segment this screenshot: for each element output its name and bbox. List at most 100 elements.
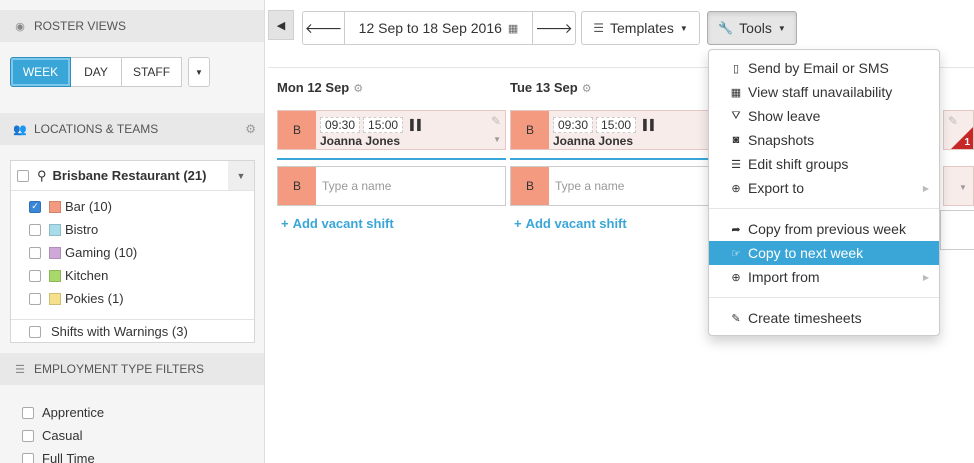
shift-end-time[interactable]: 15:00 [596, 117, 637, 133]
employment-type-checkbox[interactable] [22, 406, 34, 419]
shift-card-partial[interactable]: ▼ [943, 166, 974, 206]
location-checkbox[interactable] [17, 169, 29, 182]
locations-header: 👥 LOCATIONS & TEAMS ⚙ [0, 113, 264, 145]
name-input-partial[interactable] [940, 210, 974, 250]
team-badge: B [278, 167, 316, 205]
add-vacant-label: Add vacant shift [292, 216, 394, 231]
shift-start-time[interactable]: 09:30 [553, 117, 594, 133]
location-row: ⚲ Brisbane Restaurant (21) ▼ [11, 161, 254, 191]
menu-item-timesheets[interactable]: ✎ Create timesheets [709, 306, 939, 330]
sidebar: ◉ ROSTER VIEWS WEEK DAY STAFF ▼ 👥 LOCATI… [0, 0, 265, 463]
team-filter-item[interactable]: Pokies (1) [11, 287, 254, 310]
team-checkbox[interactable] [29, 246, 41, 259]
menu-item-export[interactable]: ⊕ Export to ▶ [709, 176, 939, 200]
team-label: Bistro [65, 222, 99, 237]
location-filter-box: ⚲ Brisbane Restaurant (21) ▼ ✓ Bar (10) Bi… [10, 160, 255, 343]
team-color-swatch [49, 223, 61, 236]
team-checkbox[interactable]: ✓ [29, 200, 41, 213]
shift-times: 09:30 15:00 ▌▌ [320, 117, 505, 133]
team-filter-item[interactable]: Gaming (10) [11, 241, 254, 264]
team-label: Pokies (1) [65, 291, 124, 306]
roster-views-header: ◉ ROSTER VIEWS [0, 10, 264, 42]
export-icon: ⊕ [731, 182, 741, 195]
tools-button[interactable]: 🔧 Tools ▼ [707, 11, 797, 45]
location-collapse-button[interactable]: ▼ [228, 161, 254, 190]
templates-button[interactable]: ☰ Templates ▼ [581, 11, 700, 45]
people-icon: 👥 [13, 123, 27, 136]
shift-card[interactable]: B 09:30 15:00 ▌▌ Joanna Jones ✎ ▼ [277, 110, 506, 150]
break-icon[interactable]: ▌▌ [410, 120, 424, 131]
location-name-text: Brisbane Restaurant [52, 168, 180, 183]
warnings-checkbox[interactable] [29, 325, 41, 338]
menu-item-import[interactable]: ⊕ Import from ▶ [709, 265, 939, 289]
staff-view-button[interactable]: STAFF [122, 57, 182, 87]
caret-down-icon: ▼ [195, 67, 203, 77]
next-week-button[interactable]: 🡒 [533, 11, 576, 45]
collapse-sidebar-button[interactable]: ◀ [268, 10, 294, 40]
team-color-swatch [49, 200, 61, 213]
date-range-text: 12 Sep to 18 Sep 2016 [358, 20, 502, 36]
employee-name-input[interactable] [316, 167, 505, 205]
shift-start-time[interactable]: 09:30 [320, 117, 361, 133]
menu-item-shift-groups[interactable]: ☰ Edit shift groups [709, 152, 939, 176]
gear-icon[interactable]: ⚙ [353, 83, 363, 95]
pencil-icon[interactable]: ✎ [948, 114, 958, 128]
team-checkbox[interactable] [29, 223, 41, 236]
employment-type-label: Full Time [42, 451, 95, 463]
shift-body: 09:30 15:00 ▌▌ Joanna Jones ✎ ▼ [316, 111, 505, 149]
date-range-picker[interactable]: 12 Sep to 18 Sep 2016 ▦ [345, 11, 533, 45]
week-view-button[interactable]: WEEK [10, 57, 71, 87]
menu-item-label: Edit shift groups [748, 156, 849, 172]
view-options-dropdown[interactable]: ▼ [188, 57, 210, 87]
gear-icon[interactable]: ⚙ [582, 83, 592, 95]
import-icon: ⊕ [731, 271, 741, 284]
warnings-label: Shifts with Warnings (3) [51, 324, 188, 339]
menu-item-label: Import from [748, 269, 820, 285]
shift-card-partial[interactable]: ✎ 1 [943, 110, 974, 150]
team-filter-item[interactable]: Kitchen [11, 264, 254, 287]
menu-item-copy-previous[interactable]: ➦ Copy from previous week [709, 217, 939, 241]
caret-down-icon[interactable]: ▼ [959, 183, 967, 192]
pencil-icon[interactable]: ✎ [491, 114, 501, 128]
employment-type-item[interactable]: Full Time [22, 447, 104, 463]
location-name: Brisbane Restaurant (21) [53, 168, 207, 183]
menu-item-label: Show leave [748, 108, 821, 124]
team-badge: B [278, 111, 316, 149]
add-vacant-shift-link[interactable]: + Add vacant shift [281, 216, 394, 231]
templates-label: Templates [610, 20, 674, 36]
previous-week-button[interactable]: 🡐 [302, 11, 345, 45]
break-icon[interactable]: ▌▌ [643, 120, 657, 131]
employment-type-item[interactable]: Apprentice [22, 401, 104, 424]
employment-type-checkbox[interactable] [22, 429, 34, 442]
warning-count: 1 [964, 137, 970, 148]
eye-icon: ◉ [15, 20, 25, 33]
team-filter-item[interactable]: Bistro [11, 218, 254, 241]
menu-item-leave[interactable]: ⛛ Show leave [709, 104, 939, 128]
menu-item-unavailability[interactable]: ▦ View staff unavailability [709, 80, 939, 104]
sliders-icon: ☰ [15, 363, 25, 376]
shift-card[interactable]: B 09:30 15:00 ▌▌ Joanna Jones [510, 110, 739, 150]
gear-icon[interactable]: ⚙ [245, 122, 256, 136]
new-shift-row: B [277, 166, 506, 206]
team-checkbox[interactable] [29, 269, 41, 282]
team-label: Kitchen [65, 268, 109, 283]
warnings-filter-row[interactable]: Shifts with Warnings (3) [11, 319, 254, 343]
menu-item-label: Copy to next week [748, 245, 864, 261]
map-marker-icon: ⚲ [37, 167, 47, 183]
caret-down-icon[interactable]: ▼ [493, 135, 501, 144]
shift-end-time[interactable]: 15:00 [363, 117, 404, 133]
team-checkbox[interactable] [29, 292, 41, 305]
employment-type-checkbox[interactable] [22, 452, 34, 463]
roster-views-title: ROSTER VIEWS [34, 19, 127, 33]
employment-type-label: Apprentice [42, 405, 105, 420]
menu-item-copy-next[interactable]: ☞ Copy to next week [709, 241, 939, 265]
shift-employee-name: Joanna Jones [320, 134, 401, 148]
day-view-button[interactable]: DAY [71, 57, 122, 87]
menu-item-snapshots[interactable]: ◙ Snapshots [709, 128, 939, 152]
column-divider [510, 158, 739, 160]
menu-item-send[interactable]: ▯ Send by Email or SMS [709, 56, 939, 80]
employment-type-item[interactable]: Casual [22, 424, 104, 447]
menu-item-label: Snapshots [748, 132, 815, 148]
team-filter-item[interactable]: ✓ Bar (10) [11, 195, 254, 218]
add-vacant-shift-link[interactable]: + Add vacant shift [514, 216, 627, 231]
